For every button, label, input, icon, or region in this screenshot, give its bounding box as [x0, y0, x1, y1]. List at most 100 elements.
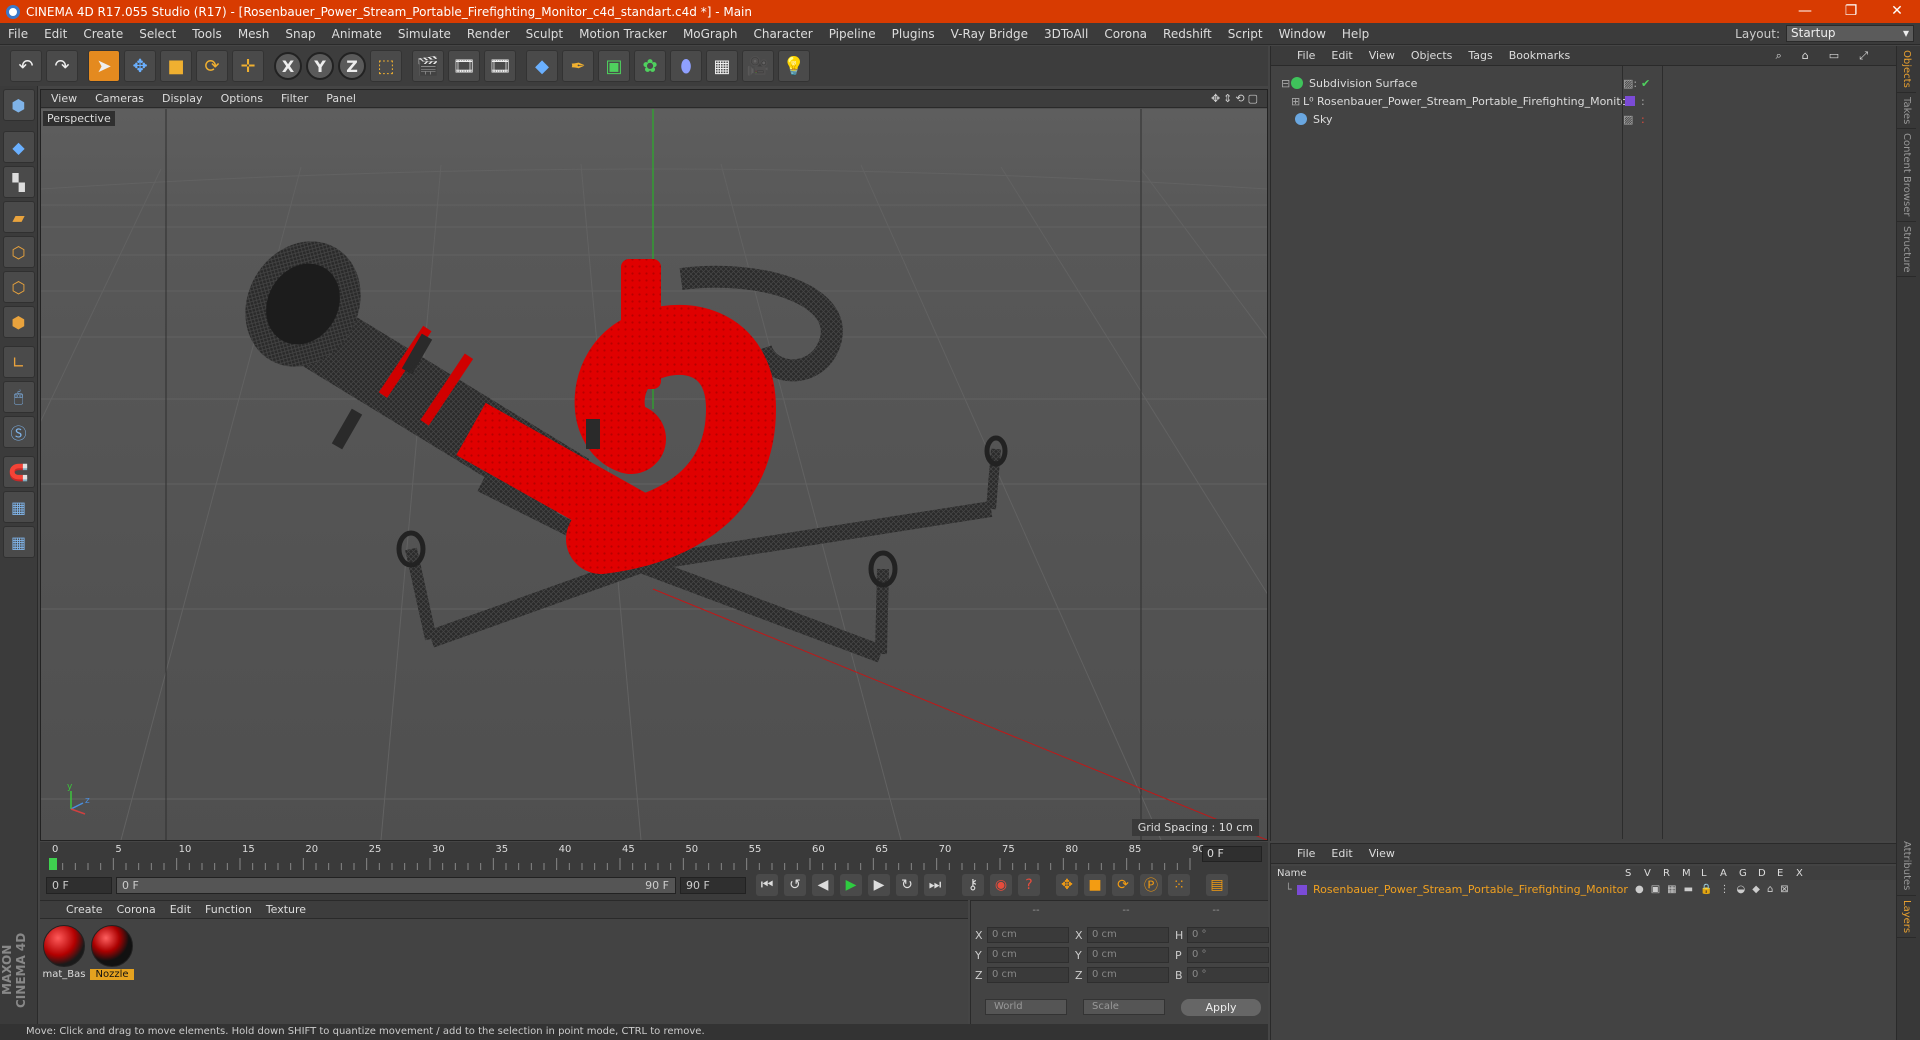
rotation-p-field[interactable]: 0 ° [1187, 947, 1269, 963]
record-keys-button[interactable]: ⚷ [962, 874, 984, 896]
rotate-tool-button[interactable]: ⟳ [196, 50, 228, 82]
layer-col-locked[interactable]: L [1701, 868, 1720, 879]
next-key-button[interactable]: ↻ [896, 874, 918, 896]
menu-render[interactable]: Render [459, 27, 518, 41]
menu-help[interactable]: Help [1334, 27, 1377, 41]
live-selection-button[interactable]: ✛ [232, 50, 264, 82]
perspective-viewport[interactable]: View Cameras Display Options Filter Pane… [40, 89, 1268, 841]
viewport-scene[interactable]: y z [41, 109, 1267, 840]
object-menu-objects[interactable]: Objects [1411, 49, 1453, 62]
mograph-cloner-button[interactable]: ✿ [634, 50, 666, 82]
object-menu-bookmarks[interactable]: Bookmarks [1509, 49, 1570, 62]
object-menu-tags[interactable]: Tags [1468, 49, 1492, 62]
start-frame-field[interactable]: 0 F [46, 876, 112, 894]
spline-pen-button[interactable]: ✒ [562, 50, 594, 82]
layer-row[interactable]: └ Rosenbauer_Power_Stream_Portable_Firef… [1271, 882, 1897, 897]
axis-mode-button[interactable]: ∟ [2, 346, 35, 378]
layer-col-deformers[interactable]: D [1758, 868, 1777, 879]
z-axis-lock-button[interactable]: Z [338, 52, 366, 80]
menu-redshift[interactable]: Redshift [1155, 27, 1220, 41]
menu-motion-tracker[interactable]: Motion Tracker [571, 27, 675, 41]
coordinate-system-button[interactable]: ⬚ [370, 50, 402, 82]
cube-primitive-button[interactable]: ◆ [526, 50, 558, 82]
size-x-field[interactable]: 0 cm [1087, 927, 1169, 943]
material-menu-corona[interactable]: Corona [117, 903, 156, 916]
go-to-start-button[interactable]: ⏮ [756, 874, 778, 896]
menu-tools[interactable]: Tools [184, 27, 230, 41]
material-menu-texture[interactable]: Texture [266, 903, 306, 916]
planar-workplane-button[interactable]: ▦ [2, 526, 35, 558]
viewport-menu-view[interactable]: View [51, 92, 77, 105]
polygons-mode-button[interactable]: ⬢ [2, 306, 35, 338]
solo-button[interactable]: Ⓢ [2, 416, 35, 448]
enabled-check-icon[interactable]: ✔ [1641, 77, 1650, 90]
tab-structure[interactable]: Structure [1897, 222, 1916, 278]
object-column-divider[interactable] [1622, 66, 1623, 839]
tab-layers[interactable]: Layers [1897, 896, 1916, 938]
tab-attributes[interactable]: Attributes [1897, 837, 1916, 896]
render-dot-icon[interactable]: : [1641, 113, 1645, 126]
size-z-field[interactable]: 0 cm [1087, 967, 1169, 983]
menu-select[interactable]: Select [131, 27, 184, 41]
current-frame-field[interactable]: 0 F [1202, 846, 1262, 862]
key-pla-button[interactable]: ⁙ [1168, 874, 1190, 896]
previous-frame-button[interactable]: ◀ [812, 874, 834, 896]
tab-objects[interactable]: Objects [1897, 46, 1916, 93]
layer-col-render[interactable]: R [1663, 868, 1682, 879]
size-y-field[interactable]: 0 cm [1087, 947, 1169, 963]
layer-col-solo[interactable]: S [1625, 868, 1644, 879]
edit-render-settings-button[interactable]: 🎞 [484, 50, 516, 82]
layer-color-swatch[interactable] [1297, 884, 1307, 895]
viewport-menu-panel[interactable]: Panel [326, 92, 356, 105]
timeline-ruler[interactable]: 0 5 10 15 20 25 30 35 40 45 50 55 60 65 … [40, 842, 1268, 870]
key-scale-button[interactable]: ■ [1084, 874, 1106, 896]
frame-range-slider[interactable]: 0 F 90 F [116, 876, 676, 894]
tweak-mode-button[interactable]: 🖱 [2, 381, 35, 413]
viewport-menu-cameras[interactable]: Cameras [95, 92, 144, 105]
render-view-button[interactable]: 🎬 [412, 50, 444, 82]
object-menu-view[interactable]: View [1369, 49, 1395, 62]
camera-button[interactable]: 🎥 [742, 50, 774, 82]
maximize-button[interactable]: ❐ [1828, 0, 1874, 23]
close-button[interactable]: ✕ [1874, 0, 1920, 23]
rotation-h-field[interactable]: 0 ° [1187, 927, 1269, 943]
layer-menu-file[interactable]: File [1297, 847, 1315, 860]
position-z-field[interactable]: 0 cm [987, 967, 1069, 983]
texture-mode-button[interactable]: ▚ [2, 166, 35, 198]
points-mode-button[interactable]: ⬡ [2, 236, 35, 268]
menu-character[interactable]: Character [745, 27, 820, 41]
layer-col-xref[interactable]: X [1796, 868, 1815, 879]
menu-simulate[interactable]: Simulate [390, 27, 459, 41]
scale-tool-button[interactable]: ■ [160, 50, 192, 82]
layer-col-generators[interactable]: G [1739, 868, 1758, 879]
key-position-button[interactable]: ✥ [1056, 874, 1078, 896]
object-menu-edit[interactable]: Edit [1331, 49, 1352, 62]
expand-toggle-icon[interactable]: ⊞ [1291, 95, 1303, 108]
key-rotation-button[interactable]: ⟳ [1112, 874, 1134, 896]
layer-col-animation[interactable]: A [1720, 868, 1739, 879]
menu-plugins[interactable]: Plugins [884, 27, 943, 41]
viewport-menu-display[interactable]: Display [162, 92, 203, 105]
redo-button[interactable]: ↷ [46, 50, 78, 82]
menu-sculpt[interactable]: Sculpt [518, 27, 571, 41]
layer-col-manager[interactable]: M [1682, 868, 1701, 879]
menu-edit[interactable]: Edit [36, 27, 75, 41]
layer-menu-view[interactable]: View [1369, 847, 1395, 860]
y-axis-lock-button[interactable]: Y [306, 52, 334, 80]
material-menu-create[interactable]: Create [66, 903, 103, 916]
tag-column-divider[interactable] [1662, 66, 1663, 839]
snapping-button[interactable]: 🧲 [2, 456, 35, 488]
menu-3dtoall[interactable]: 3DToAll [1036, 27, 1096, 41]
next-frame-button[interactable]: ▶ [868, 874, 890, 896]
collapse-toggle-icon[interactable]: ⊟ [1281, 77, 1291, 90]
menu-pipeline[interactable]: Pipeline [821, 27, 884, 41]
material-menu-edit[interactable]: Edit [170, 903, 191, 916]
layout-dropdown[interactable]: Startup [1786, 25, 1914, 42]
previous-key-button[interactable]: ↺ [784, 874, 806, 896]
visibility-dots-icon[interactable]: ▨: [1623, 77, 1637, 90]
workplane-button[interactable]: ▰ [2, 201, 35, 233]
visibility-dots-icon[interactable]: : [1641, 95, 1645, 108]
menu-snap[interactable]: Snap [277, 27, 323, 41]
render-picture-viewer-button[interactable]: 🎞 [448, 50, 480, 82]
viewport-nav-icons[interactable]: ✥⇕⟲▢ [1211, 92, 1267, 105]
